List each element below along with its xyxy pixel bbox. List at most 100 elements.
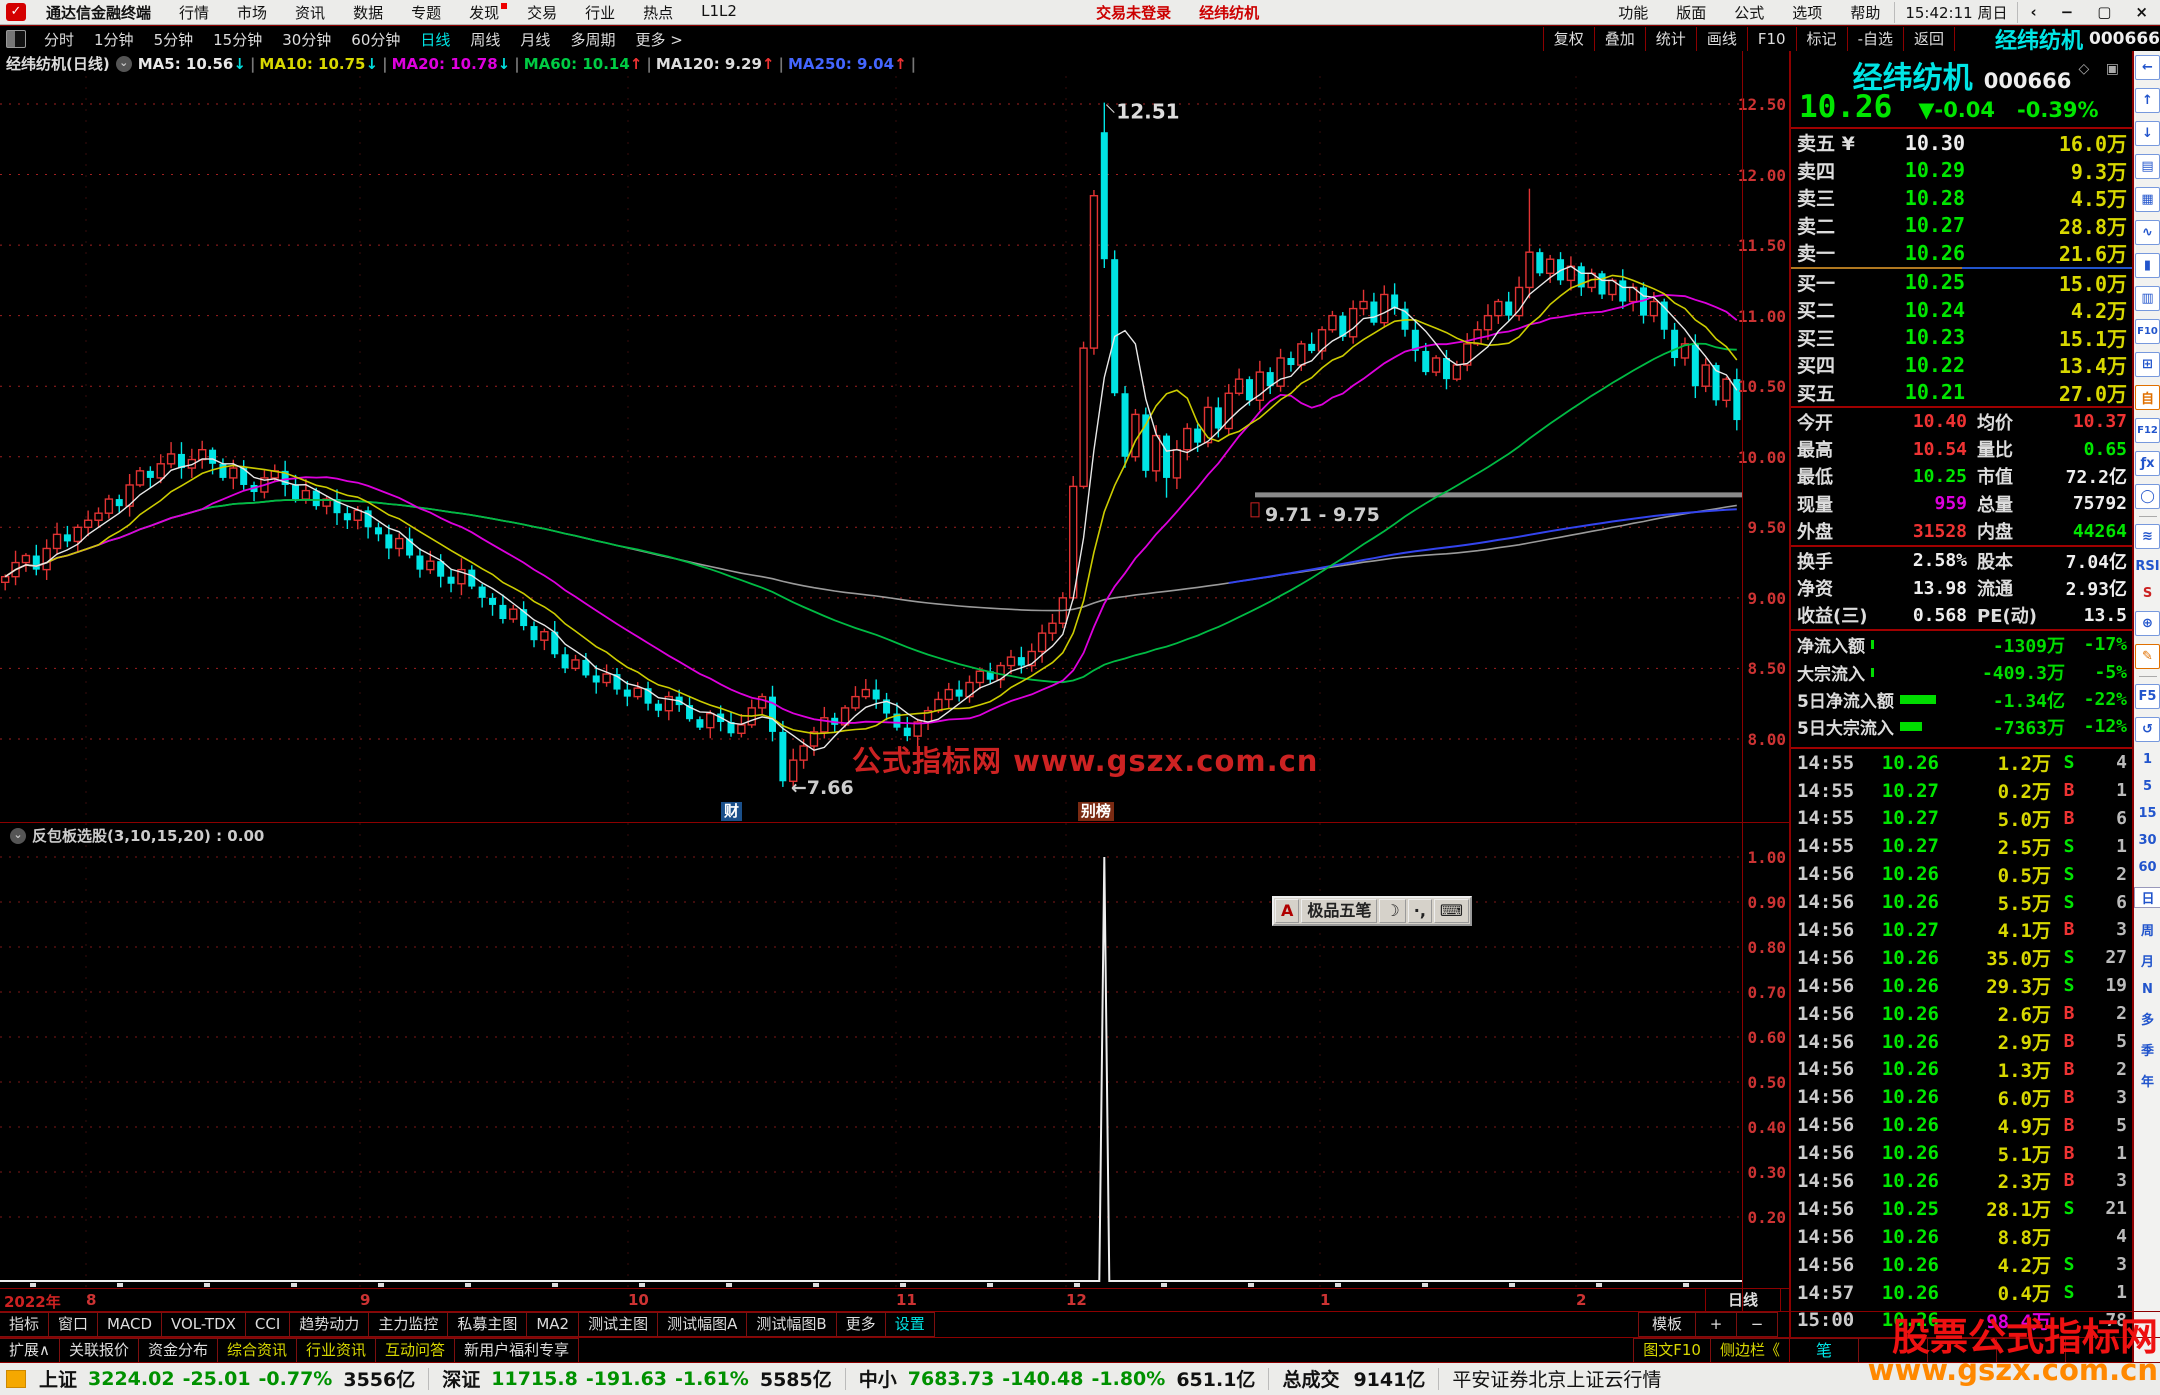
indicator-tab-窗口[interactable]: 窗口 <box>48 1312 98 1337</box>
tick-row[interactable]: 14:56 10.26 2.9万 B 5 <box>1791 1028 2133 1056</box>
menu-选项[interactable]: 选项 <box>1778 2 1836 23</box>
order-book-row[interactable]: 卖四 10.29 9.3万 <box>1791 157 2133 185</box>
period-60min[interactable]: 60 <box>2138 860 2156 875</box>
period-n[interactable]: N <box>2142 982 2153 997</box>
toolbtn-叠加[interactable]: 叠加 <box>1594 27 1646 51</box>
kline-icon[interactable]: ▮ <box>2135 253 2160 278</box>
trend-line-icon[interactable]: ∿ <box>2135 220 2160 245</box>
period-week[interactable]: 周 <box>2141 920 2154 939</box>
period-分时[interactable]: 分时 <box>34 29 84 50</box>
tick-row[interactable]: 14:56 10.26 6.0万 B 3 <box>1791 1083 2133 1111</box>
tick-row[interactable]: 14:56 10.26 29.3万 S 19 <box>1791 972 2133 1000</box>
ext-tab-扩展∧[interactable]: 扩展∧ <box>0 1338 60 1363</box>
draw-pencil-icon[interactable]: ✎ <box>2135 644 2160 669</box>
tick-row[interactable]: 14:55 10.27 5.0万 B 6 <box>1791 804 2133 832</box>
menu-专题[interactable]: 专题 <box>397 2 455 23</box>
collapse-button[interactable]: ‹ <box>2018 3 2048 21</box>
period-1min[interactable]: 1 <box>2143 752 2152 767</box>
up-arrow-icon[interactable]: ↑ <box>2135 88 2160 113</box>
s-indicator-button[interactable]: S <box>2143 586 2152 601</box>
order-book-row[interactable]: 买四 10.22 13.4万 <box>1791 351 2133 379</box>
toolbtn-统计[interactable]: 统计 <box>1645 27 1697 51</box>
menu-市场[interactable]: 市场 <box>223 2 281 23</box>
tick-row[interactable]: 14:56 10.26 2.3万 B 3 <box>1791 1167 2133 1195</box>
tick-row[interactable]: 14:56 10.26 8.8万 4 <box>1791 1223 2133 1251</box>
menu-行业[interactable]: 行业 <box>571 2 629 23</box>
main-candle-chart[interactable]: 12.519.71 - 9.75←7.66财 别榜 公式指标网 www.gszx… <box>0 76 1742 822</box>
close-button[interactable]: × <box>2123 3 2160 21</box>
tape-tab-笔[interactable]: 笔 <box>1789 1338 1859 1363</box>
order-book-row[interactable]: 卖一 10.26 21.6万 <box>1791 239 2133 267</box>
template-btn-模板[interactable]: 模板 <box>1638 1312 1696 1337</box>
period-更多 >[interactable]: 更多 > <box>625 29 692 50</box>
formula-icon[interactable]: ƒx <box>2135 451 2160 476</box>
toolbtn-返回[interactable]: 返回 <box>1903 27 1955 51</box>
period-month[interactable]: 月 <box>2141 951 2154 970</box>
alert-text[interactable]: 交易未登录 <box>1082 2 1185 23</box>
order-book-row[interactable]: 卖三 10.28 4.5万 <box>1791 184 2133 212</box>
wave-indicator-icon[interactable]: ≋ <box>2135 524 2160 549</box>
toolbtn-复权[interactable]: 复权 <box>1543 27 1595 51</box>
period-多周期[interactable]: 多周期 <box>560 29 625 50</box>
tick-row[interactable]: 14:56 10.26 4.2万 S 3 <box>1791 1251 2133 1279</box>
menu-资讯[interactable]: 资讯 <box>281 2 339 23</box>
menu-公式[interactable]: 公式 <box>1720 2 1778 23</box>
period-30min[interactable]: 30 <box>2138 833 2156 848</box>
indicator-tab-测试幅图B[interactable]: 测试幅图B <box>746 1312 836 1337</box>
ext-tab-新用户福利专享[interactable]: 新用户福利专享 <box>454 1338 579 1363</box>
period-1分钟[interactable]: 1分钟 <box>84 29 144 50</box>
tick-row[interactable]: 14:56 10.26 1.3万 B 2 <box>1791 1055 2133 1083</box>
period-月线[interactable]: 月线 <box>510 29 560 50</box>
order-book-row[interactable]: 卖二 10.27 28.8万 <box>1791 212 2133 240</box>
report-icon[interactable]: ▤ <box>2135 154 2160 179</box>
f12-icon[interactable]: F12 <box>2135 418 2160 443</box>
tick-row[interactable]: 14:56 10.26 0.5万 S 2 <box>1791 860 2133 888</box>
indicator-tab-设置[interactable]: 设置 <box>885 1312 935 1337</box>
ext-tab-综合资讯[interactable]: 综合资讯 <box>217 1338 297 1363</box>
menu-热点[interactable]: 热点 <box>629 2 687 23</box>
ime-name[interactable]: 极品五笔 <box>1301 899 1377 923</box>
layout-icon[interactable] <box>6 30 26 48</box>
menu-L1L2[interactable]: L1L2 <box>687 2 751 23</box>
period-周线[interactable]: 周线 <box>460 29 510 50</box>
toolbtn-标记[interactable]: 标记 <box>1796 27 1848 51</box>
refresh-icon[interactable]: ↺ <box>2135 717 2160 742</box>
menu-功能[interactable]: 功能 <box>1604 2 1662 23</box>
period-15分钟[interactable]: 15分钟 <box>203 29 272 50</box>
rsi-button[interactable]: RSI <box>2135 559 2159 574</box>
event-badge-finance[interactable]: 财 <box>721 802 742 821</box>
menu-交易[interactable]: 交易 <box>513 2 571 23</box>
self-select-icon[interactable]: 自 <box>2135 385 2160 410</box>
tick-row[interactable]: 14:56 10.26 5.5万 S 6 <box>1791 888 2133 916</box>
ime-keyboard-icon[interactable]: ⌨ <box>1434 899 1469 923</box>
panel-corner-icons[interactable]: ◇ ▣ <box>2079 61 2125 77</box>
tick-list[interactable]: 14:55 10.26 1.2万 S 4 14:55 10.27 0.2万 B … <box>1791 749 2133 1335</box>
order-book-row[interactable]: 买一 10.25 15.0万 <box>1791 269 2133 297</box>
market-icon[interactable] <box>6 1370 26 1388</box>
toolbtn-画线[interactable]: 画线 <box>1696 27 1748 51</box>
period-quarter[interactable]: 季 <box>2141 1040 2154 1059</box>
period-year[interactable]: 年 <box>2141 1071 2154 1090</box>
period-5分钟[interactable]: 5分钟 <box>144 29 204 50</box>
f10-icon[interactable]: F10 <box>2135 319 2160 344</box>
restore-button[interactable]: ▢ <box>2085 3 2123 21</box>
order-book-row[interactable]: 买五 10.21 27.0万 <box>1791 379 2133 407</box>
panel-btn-图文F10[interactable]: 图文F10 <box>1633 1338 1711 1363</box>
order-book-row[interactable]: 买三 10.23 15.1万 <box>1791 324 2133 352</box>
indicator-tab-MACD[interactable]: MACD <box>97 1312 162 1337</box>
period-day[interactable]: 日 <box>2134 887 2160 908</box>
ime-toolbar[interactable]: A极品五笔☽·,⌨ <box>1272 896 1472 926</box>
menu-版面[interactable]: 版面 <box>1662 2 1720 23</box>
template-btn-+[interactable]: + <box>1695 1312 1737 1337</box>
down-arrow-icon[interactable]: ↓ <box>2135 121 2160 146</box>
template-btn-−[interactable]: − <box>1736 1312 1778 1337</box>
ext-tab-关联报价[interactable]: 关联报价 <box>59 1338 139 1363</box>
period-15min[interactable]: 15 <box>2138 806 2156 821</box>
tick-row[interactable]: 14:56 10.26 2.6万 B 2 <box>1791 1000 2133 1028</box>
f5-icon[interactable]: F5 <box>2135 684 2160 709</box>
period-multi[interactable]: 多 <box>2141 1009 2154 1028</box>
period-5min[interactable]: 5 <box>2143 779 2152 794</box>
collapse-chevron-icon[interactable]: ⌄ <box>10 828 26 844</box>
indicator-tab-私募主图[interactable]: 私募主图 <box>447 1312 527 1337</box>
indicator-tab-测试幅图A[interactable]: 测试幅图A <box>657 1312 747 1337</box>
